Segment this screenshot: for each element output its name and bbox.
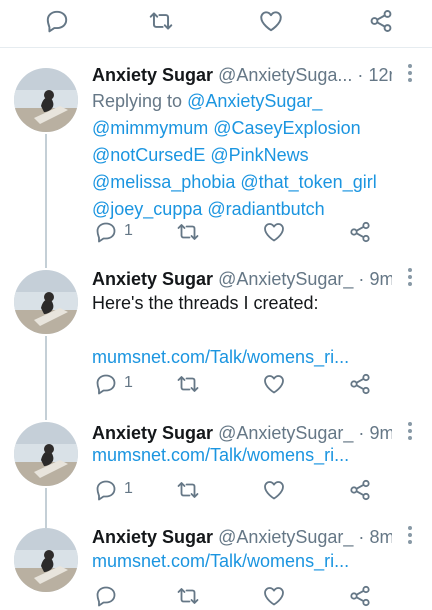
tweet-link[interactable]: mumsnet.com/Talk/womens_ri... — [92, 344, 422, 371]
reply-icon[interactable] — [94, 478, 118, 502]
mention-link[interactable]: @AnxietySugar_ — [187, 91, 322, 111]
separator-dot: · — [358, 269, 365, 289]
reply-count: 1 — [124, 480, 133, 497]
reply-count: 1 — [124, 374, 133, 391]
previous-tweet-actions — [0, 0, 432, 48]
user-handle[interactable]: @AnxietySuga... — [218, 65, 352, 85]
tweet-header: Anxiety Sugar @AnxietySugar_ · 8m — [92, 524, 392, 550]
avatar-photo-icon — [14, 422, 78, 486]
tweet-actions — [0, 584, 432, 610]
share-icon[interactable] — [348, 372, 372, 396]
timestamp[interactable]: 9m — [369, 269, 392, 289]
avatar-photo-icon — [14, 528, 78, 592]
tweet-header: Anxiety Sugar @AnxietySuga... · 12m — [92, 62, 392, 88]
reply-icon[interactable] — [44, 8, 70, 34]
reply-icon[interactable] — [94, 584, 118, 608]
retweet-icon[interactable] — [176, 220, 200, 244]
display-name[interactable]: Anxiety Sugar — [92, 65, 213, 85]
mention-link[interactable]: @melissa_phobia @that_token_girl — [92, 169, 422, 196]
avatar-photo-icon — [14, 270, 78, 334]
retweet-icon[interactable] — [176, 478, 200, 502]
tweet-header: Anxiety Sugar @AnxietySugar_ · 9m — [92, 266, 392, 292]
retweet-icon[interactable] — [148, 8, 174, 34]
tweet-actions: 1 — [0, 372, 432, 398]
avatar[interactable] — [14, 422, 78, 486]
avatar-photo-icon — [14, 68, 78, 132]
more-options-icon[interactable] — [404, 422, 416, 444]
mention-link[interactable]: @notCursedE @PinkNews — [92, 142, 422, 169]
timestamp[interactable]: 9m — [369, 423, 392, 443]
tweet-link[interactable]: mumsnet.com/Talk/womens_ri... — [92, 548, 422, 575]
avatar[interactable] — [14, 528, 78, 592]
share-icon[interactable] — [348, 478, 372, 502]
separator-dot: · — [358, 527, 365, 547]
share-icon[interactable] — [348, 220, 372, 244]
reply-icon[interactable] — [94, 220, 118, 244]
tweet-text: Here's the threads I created: mumsnet.co… — [92, 290, 422, 371]
tweet-actions: 1 — [0, 220, 432, 246]
share-icon[interactable] — [348, 584, 372, 608]
thread-line — [45, 134, 47, 268]
like-icon[interactable] — [262, 478, 286, 502]
more-options-icon[interactable] — [404, 526, 416, 548]
separator-dot: · — [357, 65, 364, 85]
more-options-icon[interactable] — [404, 64, 416, 86]
share-icon[interactable] — [368, 8, 394, 34]
like-icon[interactable] — [258, 8, 284, 34]
display-name[interactable]: Anxiety Sugar — [92, 423, 213, 443]
like-icon[interactable] — [262, 584, 286, 608]
tweet-link[interactable]: mumsnet.com/Talk/womens_ri... — [92, 442, 422, 469]
display-name[interactable]: Anxiety Sugar — [92, 269, 213, 289]
mention-link[interactable]: @mimmymum @CaseyExplosion — [92, 115, 422, 142]
timestamp[interactable]: 8m — [369, 527, 392, 547]
tweet-text: mumsnet.com/Talk/womens_ri... — [92, 548, 422, 575]
tweet-text: mumsnet.com/Talk/womens_ri... — [92, 442, 422, 469]
avatar[interactable] — [14, 270, 78, 334]
retweet-icon[interactable] — [176, 584, 200, 608]
tweet-body-text: Here's the threads I created: — [92, 293, 319, 313]
reply-icon[interactable] — [94, 372, 118, 396]
display-name[interactable]: Anxiety Sugar — [92, 527, 213, 547]
like-icon[interactable] — [262, 372, 286, 396]
retweet-icon[interactable] — [176, 372, 200, 396]
separator-dot: · — [358, 423, 365, 443]
avatar[interactable] — [14, 68, 78, 132]
timestamp[interactable]: 12m — [368, 65, 392, 85]
user-handle[interactable]: @AnxietySugar_ — [218, 269, 353, 289]
tweet-actions: 1 — [0, 478, 432, 504]
reply-count: 1 — [124, 222, 133, 239]
replying-to: Replying to @AnxietySugar_ @mimmymum @Ca… — [92, 88, 422, 223]
mention-link[interactable]: @joey_cuppa @radiantbutch — [92, 196, 422, 223]
user-handle[interactable]: @AnxietySugar_ — [218, 423, 353, 443]
user-handle[interactable]: @AnxietySugar_ — [218, 527, 353, 547]
replying-label: Replying to — [92, 91, 188, 111]
like-icon[interactable] — [262, 220, 286, 244]
more-options-icon[interactable] — [404, 268, 416, 290]
